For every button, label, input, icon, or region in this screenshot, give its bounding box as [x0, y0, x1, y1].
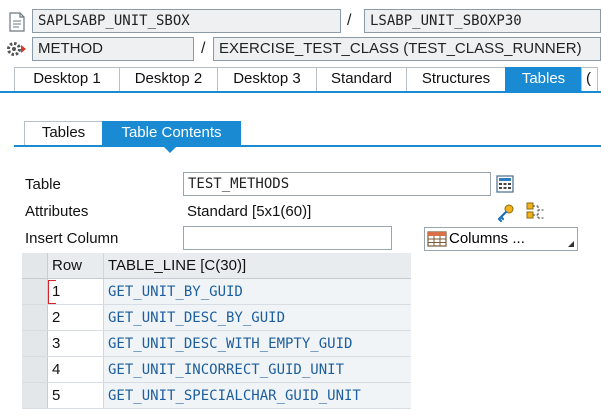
tab-overflow[interactable]: (: [581, 67, 598, 91]
program-name-field: SAPLSABP_UNIT_SBOX: [32, 9, 341, 33]
include-name-field: LSABP_UNIT_SBOXP30: [364, 9, 601, 33]
separator: /: [201, 40, 206, 57]
row-selector[interactable]: [22, 279, 48, 304]
table-line-cell[interactable]: GET_UNIT_DESC_WITH_EMPTY_GUID: [104, 331, 411, 356]
document-icon: [7, 11, 27, 33]
attributes-label: Attributes: [25, 203, 89, 220]
table-icon: [425, 228, 449, 250]
table-contents-grid: Row TABLE_LINE [C(30)] 1 GET_UNIT_BY_GUI…: [22, 253, 411, 409]
gear-icon: [4, 38, 30, 60]
row-selector[interactable]: [22, 357, 48, 382]
context-field: EXERCISE_TEST_CLASS (TEST_CLASS_RUNNER): [213, 37, 601, 61]
columns-button[interactable]: Columns ...: [424, 227, 578, 251]
table-line-cell[interactable]: GET_UNIT_DESC_BY_GUID: [104, 305, 411, 330]
tab-standard[interactable]: Standard: [316, 67, 407, 91]
desktop-tab-strip: Desktop 1 Desktop 2 Desktop 3 Standard S…: [14, 67, 598, 91]
table-name-input[interactable]: TEST_METHODS: [183, 172, 491, 196]
table-line-cell[interactable]: GET_UNIT_INCORRECT_GUID_UNIT: [104, 357, 411, 382]
table-row[interactable]: 3 GET_UNIT_DESC_WITH_EMPTY_GUID: [22, 331, 411, 357]
insert-column-input[interactable]: [183, 226, 392, 250]
table-row[interactable]: 5 GET_UNIT_SPECIALCHAR_GUID_UNIT: [22, 383, 411, 409]
table-row[interactable]: 4 GET_UNIT_INCORRECT_GUID_UNIT: [22, 357, 411, 383]
row-number-cell[interactable]: 3: [48, 331, 104, 356]
kind-field: METHOD: [32, 37, 194, 61]
tab-strip-underline: [0, 91, 601, 93]
row-selector[interactable]: [22, 331, 48, 356]
column-header-table-line[interactable]: TABLE_LINE [C(30)]: [104, 253, 411, 278]
tab-structures[interactable]: Structures: [406, 67, 506, 91]
row-selector[interactable]: [22, 383, 48, 408]
grid-header-row: Row TABLE_LINE [C(30)]: [22, 253, 411, 279]
subtab-table-contents[interactable]: Table Contents: [102, 121, 241, 145]
table-label: Table: [25, 176, 61, 193]
tab-desktop-3[interactable]: Desktop 3: [217, 67, 317, 91]
sub-tab-strip: Tables Table Contents: [24, 121, 241, 145]
focus-marker: [48, 280, 56, 304]
table-row[interactable]: 1 GET_UNIT_BY_GUID: [22, 279, 411, 305]
subtab-underline: [14, 145, 601, 147]
insert-column-label: Insert Column: [25, 230, 119, 247]
column-header-row[interactable]: Row: [48, 253, 104, 278]
row-selector[interactable]: [22, 305, 48, 330]
calculator-icon[interactable]: [495, 174, 515, 194]
select-all-cell[interactable]: [22, 253, 48, 278]
table-line-cell[interactable]: GET_UNIT_BY_GUID: [104, 279, 411, 304]
row-number-cell[interactable]: 5: [48, 383, 104, 408]
subtab-tables[interactable]: Tables: [24, 121, 103, 145]
separator: /: [347, 12, 352, 29]
tab-tables[interactable]: Tables: [505, 67, 582, 91]
tab-desktop-1[interactable]: Desktop 1: [14, 67, 120, 91]
table-row[interactable]: 2 GET_UNIT_DESC_BY_GUID: [22, 305, 411, 331]
columns-button-label: Columns ...: [449, 230, 525, 247]
active-tab-notch: [164, 147, 176, 153]
tab-desktop-2[interactable]: Desktop 2: [119, 67, 218, 91]
row-number-cell[interactable]: 2: [48, 305, 104, 330]
row-number-cell[interactable]: 1: [48, 279, 104, 304]
dropdown-corner-icon: [568, 241, 574, 247]
table-line-cell[interactable]: GET_UNIT_SPECIALCHAR_GUID_UNIT: [104, 383, 411, 408]
key-icon[interactable]: [495, 202, 517, 224]
row-number-cell[interactable]: 4: [48, 357, 104, 382]
attributes-value: Standard [5x1(60)]: [187, 203, 312, 220]
structure-icon[interactable]: [524, 201, 548, 223]
